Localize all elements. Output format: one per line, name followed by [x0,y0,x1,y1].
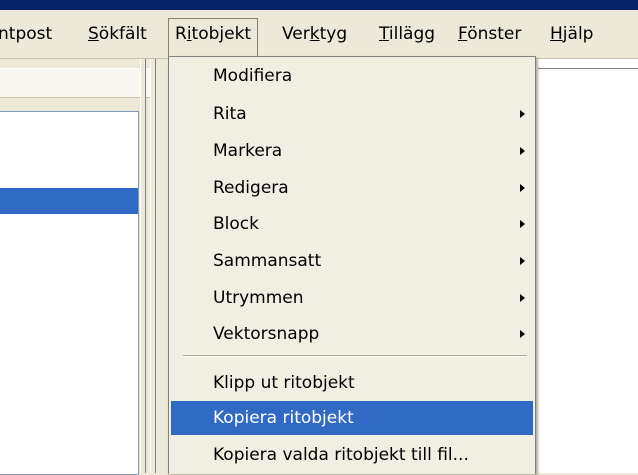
ritobjekt-dropdown-menu: Modifiera Rita Markera Redigera Block Sa… [168,56,536,474]
menu-separator [183,355,527,357]
menu-item-label: Markera [213,141,283,161]
submenu-arrow-icon [520,330,525,338]
menu-fonster-label: önster [467,24,522,44]
menu-hjalp-accel: H [550,24,563,44]
item-list[interactable] [0,111,139,475]
menu-item-rita[interactable]: Rita [171,97,533,131]
submenu-arrow-icon [520,257,525,265]
menu-sokfalt-accel: S [88,24,99,44]
menu-entrypost-label: ntpost [0,24,53,44]
menu-item-label: Kopiera valda ritobjekt till fil... [213,445,469,465]
menu-item-kopiera-till-fil[interactable]: Kopiera valda ritobjekt till fil... [171,438,533,472]
menu-item-label: Redigera [213,178,289,198]
menu-item-utrymmen[interactable]: Utrymmen [171,281,533,315]
menu-verktyg[interactable]: Verktyg [282,19,347,49]
menu-tillagg-accel: T [379,24,389,44]
submenu-arrow-icon [520,294,525,302]
menu-verktyg-accel: k [309,24,320,44]
menu-verktyg-label-start: Ver [282,24,310,44]
menu-sokfalt-label: ökfält [98,24,147,44]
menu-item-label: Utrymmen [213,288,304,308]
submenu-arrow-icon [520,220,525,228]
menu-ritobjekt[interactable]: Ritobjekt [168,18,259,59]
menu-item-label: Modifiera [213,66,293,86]
menu-verktyg-label: tyg [319,24,348,44]
menu-item-sammansatt[interactable]: Sammansatt [171,244,533,278]
drawing-area[interactable] [538,59,638,473]
menu-item-label: Kopiera ritobjekt [213,408,354,428]
menu-item-label: Vektorsnapp [213,324,320,344]
menu-item-markera[interactable]: Markera [171,134,533,168]
splitter-right[interactable] [150,59,156,473]
menu-entrypost[interactable]: ntpost [0,19,52,49]
menu-hjalp-label: jälp [562,24,594,44]
window-title-bar [0,0,638,10]
selected-list-item[interactable] [0,188,138,214]
menu-sokfalt[interactable]: Sökfält [88,19,147,49]
menu-item-block[interactable]: Block [171,207,533,241]
menu-item-label: Block [213,214,259,234]
splitter-left[interactable] [140,59,146,473]
menu-ritobjekt-label: tobjekt [191,24,252,44]
menu-item-modifiera[interactable]: Modifiera [171,59,533,93]
menu-item-label: Klipp ut ritobjekt [213,373,355,393]
menu-item-label: Rita [213,104,247,124]
submenu-arrow-icon [520,147,525,155]
menu-tillagg[interactable]: Tillägg [379,19,435,49]
menu-fonster[interactable]: Fönster [458,19,521,49]
drawing-area-border [538,68,638,69]
menu-ritobjekt-label-start: R [175,24,187,44]
menu-item-klipp-ut[interactable]: Klipp ut ritobjekt [171,366,533,400]
left-panel-header [0,68,150,98]
menu-item-kopiera[interactable]: Kopiera ritobjekt [171,401,533,435]
menu-hjalp[interactable]: Hjälp [550,19,593,49]
menu-fonster-accel: F [458,24,468,44]
submenu-arrow-icon [520,110,525,118]
menu-item-label: Sammansatt [213,251,322,271]
menu-item-vektorsnapp[interactable]: Vektorsnapp [171,317,533,351]
menu-tillagg-label: illägg [388,24,436,44]
menu-bar: ntpost Sökfält Ritobjekt Verktyg Tillägg… [0,10,638,59]
menu-item-redigera[interactable]: Redigera [171,171,533,205]
submenu-arrow-icon [520,184,525,192]
